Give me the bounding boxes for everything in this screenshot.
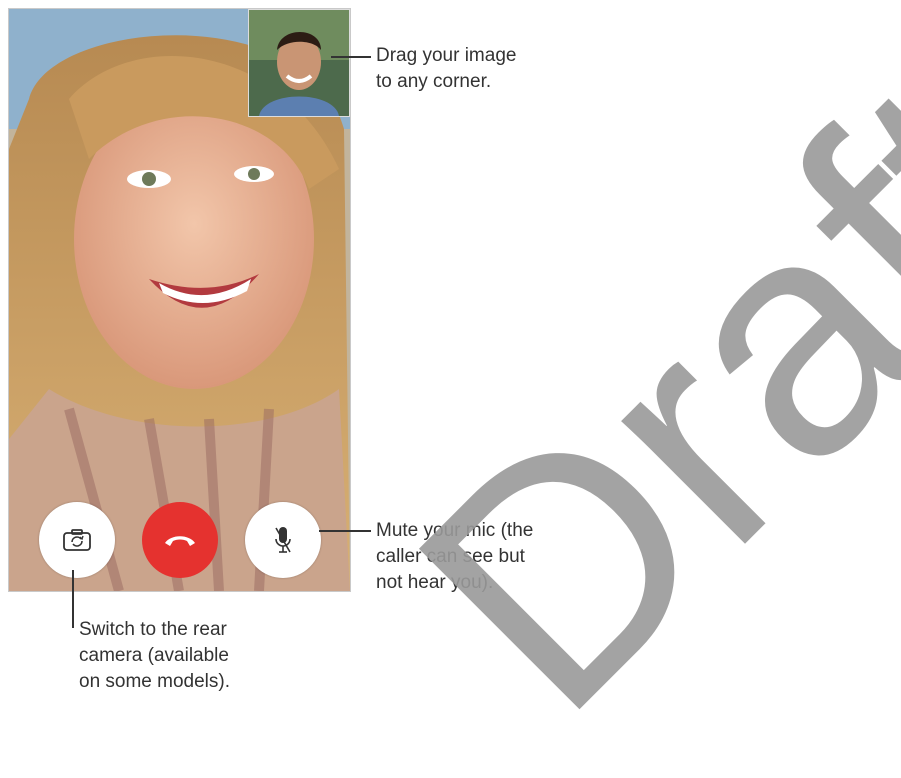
drag-image-callout: Drag your image to any corner.: [376, 45, 517, 92]
end-call-button[interactable]: [142, 502, 218, 578]
mic-mute-icon: [275, 527, 291, 553]
mute-mic-callout: Mute your mic (the caller can see but no…: [376, 520, 534, 593]
mute-button[interactable]: [245, 502, 321, 578]
self-view-thumbnail[interactable]: [248, 9, 350, 117]
switch-camera-leader-line: [72, 570, 74, 628]
facetime-call-screen: [8, 8, 351, 592]
self-view-video: [249, 10, 349, 116]
flip-camera-button[interactable]: [39, 502, 115, 578]
phone-hangup-icon: [165, 536, 195, 546]
mute-mic-leader-line: [319, 530, 371, 532]
drag-image-leader-line: [331, 56, 371, 58]
draft-watermark: Draft: [348, 11, 901, 778]
camera-flip-icon: [63, 529, 91, 551]
switch-camera-callout: Switch to the rear camera (available on …: [79, 619, 231, 692]
